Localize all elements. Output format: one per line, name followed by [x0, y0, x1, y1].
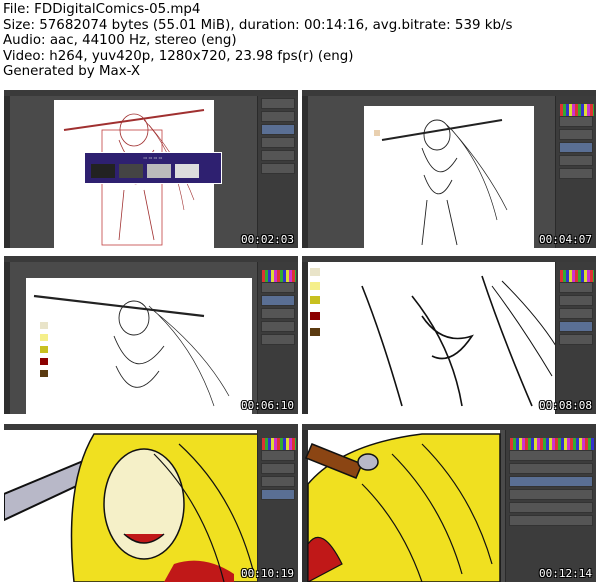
thumbnail-1[interactable]: ▭ ▭ ▭ ▭ 00:02:03	[4, 90, 298, 248]
generated-by: Generated by Max-X	[3, 64, 140, 80]
timestamp: 00:12:14	[539, 567, 592, 580]
video-popup[interactable]: ▭ ▭ ▭ ▭	[84, 152, 222, 184]
timestamp: 00:08:08	[539, 399, 592, 412]
thumbnail-5[interactable]: 00:10:19	[4, 424, 298, 582]
thumbnail-3[interactable]: 00:06:10	[4, 256, 298, 414]
file-size: Size: 57682074 bytes (55.01 MiB), durati…	[3, 17, 513, 33]
swatches-grid	[560, 270, 594, 282]
timestamp: 00:04:07	[539, 233, 592, 246]
canvas-colored-5	[4, 430, 259, 582]
layers-panel[interactable]	[555, 96, 596, 248]
swatches-grid	[510, 438, 594, 450]
layers-panel[interactable]	[555, 262, 596, 414]
thumbnail-4[interactable]: 00:08:08	[302, 256, 596, 414]
timestamp: 00:06:10	[241, 399, 294, 412]
canvas-sketch-4	[308, 262, 557, 414]
layers-panel[interactable]	[257, 96, 298, 248]
audio-info: Audio: aac, 44100 Hz, stereo (eng)	[3, 33, 237, 49]
layers-panel[interactable]	[257, 430, 298, 582]
layers-panel[interactable]	[257, 262, 298, 414]
timestamp: 00:10:19	[241, 567, 294, 580]
canvas-sketch-3	[26, 278, 252, 414]
canvas-sketch-2	[364, 106, 534, 248]
swatches-grid	[262, 438, 296, 450]
swatches-grid	[560, 104, 594, 116]
timestamp: 00:02:03	[241, 233, 294, 246]
video-info: Video: h264, yuv420p, 1280x720, 23.98 fp…	[3, 48, 354, 64]
file-name: File: FDDigitalComics-05.mp4	[3, 2, 201, 17]
swatches-grid	[262, 270, 296, 282]
info-header: File: FDDigitalComics-05.mp4 Size: 57682…	[3, 2, 512, 80]
thumbnail-2[interactable]: 00:04:07	[302, 90, 596, 248]
thumbnail-6[interactable]: 00:12:14	[302, 424, 596, 582]
layers-panel[interactable]	[505, 430, 596, 582]
popup-thumbs	[91, 164, 199, 178]
